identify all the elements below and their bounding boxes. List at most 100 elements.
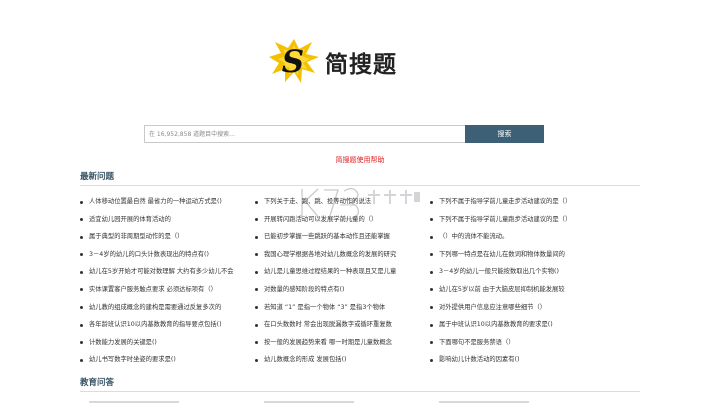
question-link[interactable]: 对数量的感知阶段的特点有() bbox=[264, 286, 344, 293]
question-link[interactable]: 幼儿在5岁以前 由于大脑皮层抑制机能发展较 bbox=[439, 286, 565, 293]
list-item[interactable]: 幼儿数概念的形成 发展包括() bbox=[255, 352, 423, 370]
question-link[interactable]: （）中的流体不能流动。 bbox=[439, 233, 508, 240]
lightning-s-logo-icon: S bbox=[269, 39, 319, 83]
question-link[interactable]: 属于典型的非周期型动作的是（） bbox=[89, 233, 183, 240]
question-list-col-3: 下列不属于指导学前儿童走步活动建议的是（） 下列不属于指导学前儿童跑步活动建议的… bbox=[430, 194, 598, 370]
bullet-dot-icon bbox=[80, 200, 83, 204]
question-link[interactable]: 下列哪一特点是在幼儿在数词和物体数量间的 bbox=[439, 251, 565, 258]
bullet-dot-icon bbox=[80, 235, 83, 239]
svg-text:S: S bbox=[282, 44, 304, 80]
list-item[interactable]: 属于中班认识10以内基数教育的要求是() bbox=[430, 317, 598, 335]
bullet-dot-icon bbox=[80, 253, 83, 257]
list-item[interactable]: 开展转闪跑活动可以发展学前儿童的（） bbox=[255, 212, 423, 230]
list-item[interactable]: 人体移动位置最自然 最省力的一种运动方式是() bbox=[80, 194, 248, 212]
bullet-dot-icon bbox=[255, 358, 258, 362]
bullet-dot-icon bbox=[80, 288, 83, 292]
list-item[interactable]: 在口头数数时 常会出现脱漏数字或循环重复数 bbox=[255, 317, 423, 335]
bullet-dot-icon bbox=[80, 341, 83, 345]
question-link[interactable]: 实体课置客户服务触点要求 必须达标项有（） bbox=[89, 286, 217, 293]
question-link[interactable]: 下列不属于指导学前儿童走步活动建议的是（） bbox=[439, 198, 571, 205]
list-item[interactable]: 我国心理学根据各地对幼儿数概念的发展的研究 bbox=[255, 247, 423, 265]
question-link[interactable]: 幼儿在5岁开始才可能对数理解 大约有多少幼儿不会 bbox=[89, 268, 234, 275]
bullet-dot-icon bbox=[430, 253, 433, 257]
bullet-dot-icon bbox=[430, 306, 433, 310]
list-item[interactable]: 下列不属于指导学前儿童走步活动建议的是（） bbox=[430, 194, 598, 212]
question-link[interactable]: 影响幼儿计数活动的因素有() bbox=[439, 356, 519, 363]
list-item[interactable]: 3－4岁的幼儿的口头计数表现出的特点有() bbox=[80, 247, 248, 265]
list-item[interactable]: 幼儿是儿童思维过程结果的一种表现且又是儿童 bbox=[255, 264, 423, 282]
list-item[interactable]: 幼儿在5岁以前 由于大脑皮层抑制机能发展较 bbox=[430, 282, 598, 300]
list-item[interactable]: 对外提供用户信息应注意哪些细节（） bbox=[430, 300, 598, 318]
site-logo[interactable]: S 简搜题 bbox=[268, 38, 418, 88]
list-item[interactable]: 若知道 “1” 是指一个物体 “3” 是指3个物体 bbox=[255, 300, 423, 318]
list-item[interactable]: 属于典型的非周期型动作的是（） bbox=[80, 229, 248, 247]
search-input[interactable] bbox=[144, 125, 467, 143]
question-link[interactable]: 各年龄班认识10以内基数教育的指导要点包括() bbox=[89, 321, 222, 328]
bullet-dot-icon bbox=[430, 235, 433, 239]
logo-text: 简搜题 bbox=[325, 52, 397, 78]
list-item[interactable]: 实体课置客户服务触点要求 必须达标项有（） bbox=[80, 282, 248, 300]
question-link[interactable]: 已能初步掌握一些跳跃的基本动作且还能掌握 bbox=[264, 233, 390, 240]
question-link[interactable]: 我国心理学根据各地对幼儿数概念的发展的研究 bbox=[264, 251, 396, 258]
bullet-dot-icon bbox=[80, 218, 83, 222]
bullet-dot-icon bbox=[255, 270, 258, 274]
bullet-dot-icon bbox=[430, 288, 433, 292]
search-bar: 搜索 bbox=[144, 125, 544, 143]
bullet-dot-icon bbox=[255, 306, 258, 310]
cut-off-list-item bbox=[89, 401, 179, 403]
question-link[interactable]: 幼儿是儿童思维过程结果的一种表现且又是儿童 bbox=[264, 268, 396, 275]
bullet-dot-icon bbox=[430, 341, 433, 345]
bullet-dot-icon bbox=[430, 323, 433, 327]
question-link[interactable]: 按一般的发展趋势来看 哪一时期是儿童数概念 bbox=[264, 339, 392, 346]
list-item[interactable]: 幼儿在5岁开始才可能对数理解 大约有多少幼儿不会 bbox=[80, 264, 248, 282]
question-link[interactable]: 幼儿书写数字时坐姿的要求是() bbox=[89, 356, 176, 363]
question-link[interactable]: 属于中班认识10以内基数教育的要求是() bbox=[439, 321, 553, 328]
question-link[interactable]: 3－4岁的幼儿一般只能按数取出几个实物() bbox=[439, 268, 559, 275]
question-link[interactable]: 幼儿教的组成概念的建构是需要通过反复多次的 bbox=[89, 304, 221, 311]
list-item[interactable]: （）中的流体不能流动。 bbox=[430, 229, 598, 247]
cut-off-list-item bbox=[439, 401, 529, 403]
list-item[interactable]: 下列不属于指导学前儿童跑步活动建议的是（） bbox=[430, 212, 598, 230]
bullet-dot-icon bbox=[430, 270, 433, 274]
list-item[interactable]: 下面哪句不是服务禁语（） bbox=[430, 335, 598, 353]
bullet-dot-icon bbox=[80, 270, 83, 274]
list-item[interactable]: 影响幼儿计数活动的因素有() bbox=[430, 352, 598, 370]
list-item[interactable]: 各年龄班认识10以内基数教育的指导要点包括() bbox=[80, 317, 248, 335]
question-link[interactable]: 3－4岁的幼儿的口头计数表现出的特点有() bbox=[89, 251, 209, 258]
help-link[interactable]: 简搜题使用帮助 bbox=[0, 155, 720, 165]
bullet-dot-icon bbox=[430, 358, 433, 362]
question-link[interactable]: 对外提供用户信息应注意哪些细节（） bbox=[439, 304, 546, 311]
question-link[interactable]: 下列不属于指导学前儿童跑步活动建议的是（） bbox=[439, 216, 571, 223]
question-link[interactable]: 开展转闪跑活动可以发展学前儿童的（） bbox=[264, 216, 377, 223]
list-item[interactable]: 适宜幼儿园开展的体育活动的 bbox=[80, 212, 248, 230]
bullet-dot-icon bbox=[255, 200, 258, 204]
bullet-dot-icon bbox=[255, 341, 258, 345]
section-title-education: 教育问答 bbox=[80, 378, 115, 388]
list-item[interactable]: 幼儿书写数字时坐姿的要求是() bbox=[80, 352, 248, 370]
bullet-dot-icon bbox=[430, 218, 433, 222]
bullet-dot-icon bbox=[255, 323, 258, 327]
question-link[interactable]: 下列关于走、跑、跳、投等动作的说法 bbox=[264, 198, 371, 205]
list-item[interactable]: 下列哪一特点是在幼儿在数词和物体数量间的 bbox=[430, 247, 598, 265]
question-list-col-1: 人体移动位置最自然 最省力的一种运动方式是() 适宜幼儿园开展的体育活动的 属于… bbox=[80, 194, 248, 370]
list-item[interactable]: 计数能力发展的关键是() bbox=[80, 335, 248, 353]
question-link[interactable]: 计数能力发展的关键是() bbox=[89, 339, 157, 346]
section-divider bbox=[80, 391, 640, 392]
list-item[interactable]: 对数量的感知阶段的特点有() bbox=[255, 282, 423, 300]
list-item[interactable]: 下列关于走、跑、跳、投等动作的说法 bbox=[255, 194, 423, 212]
list-item[interactable]: 3－4岁的幼儿一般只能按数取出几个实物() bbox=[430, 264, 598, 282]
question-link[interactable]: 幼儿数概念的形成 发展包括() bbox=[264, 356, 346, 363]
search-button[interactable]: 搜索 bbox=[465, 125, 544, 143]
question-link[interactable]: 若知道 “1” 是指一个物体 “3” 是指3个物体 bbox=[264, 304, 385, 311]
bullet-dot-icon bbox=[255, 288, 258, 292]
bullet-dot-icon bbox=[255, 218, 258, 222]
bullet-dot-icon bbox=[430, 200, 433, 204]
question-link[interactable]: 人体移动位置最自然 最省力的一种运动方式是() bbox=[89, 198, 222, 205]
list-item[interactable]: 幼儿教的组成概念的建构是需要通过反复多次的 bbox=[80, 300, 248, 318]
question-link[interactable]: 下面哪句不是服务禁语（） bbox=[439, 339, 515, 346]
bullet-dot-icon bbox=[255, 253, 258, 257]
question-link[interactable]: 在口头数数时 常会出现脱漏数字或循环重复数 bbox=[264, 321, 392, 328]
list-item[interactable]: 按一般的发展趋势来看 哪一时期是儿童数概念 bbox=[255, 335, 423, 353]
list-item[interactable]: 已能初步掌握一些跳跃的基本动作且还能掌握 bbox=[255, 229, 423, 247]
question-link[interactable]: 适宜幼儿园开展的体育活动的 bbox=[89, 216, 171, 223]
